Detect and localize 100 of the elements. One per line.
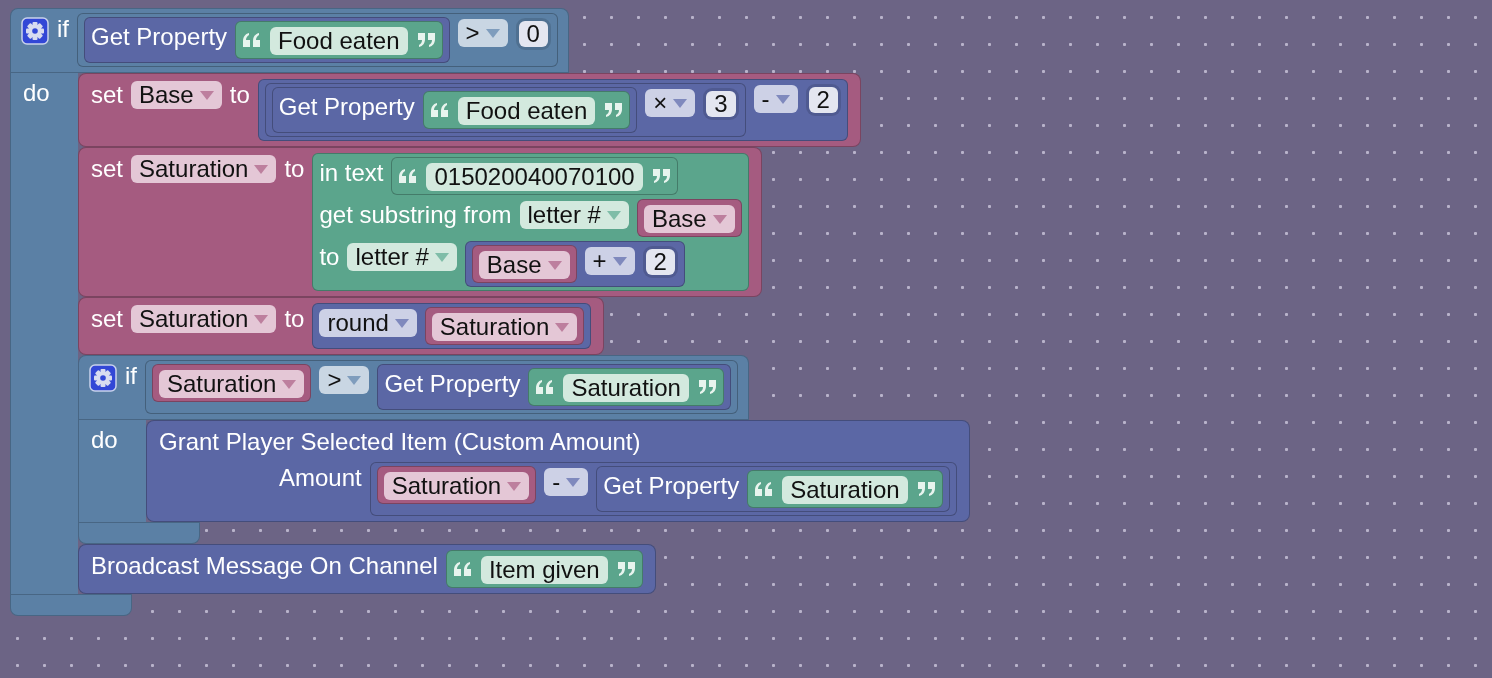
dropdown-field[interactable]: Saturation xyxy=(431,313,578,341)
code-block[interactable]: 015020040070100 xyxy=(391,157,678,195)
dropdown-field[interactable]: Saturation xyxy=(131,155,277,183)
caret-icon xyxy=(347,375,362,385)
quote-icon xyxy=(429,103,450,117)
code-block[interactable]: round Saturation xyxy=(312,303,592,349)
dropdown-field[interactable]: - xyxy=(544,468,589,496)
code-block[interactable]: Saturation xyxy=(528,368,724,406)
code-block[interactable]: in text 015020040070100 get substring from letter # Base to letter # Base + 2 xyxy=(312,153,749,291)
code-block[interactable]: Get Property Food eaten > 0 xyxy=(77,13,558,67)
caret-icon xyxy=(485,28,500,38)
caret-icon xyxy=(566,477,581,487)
code-block[interactable]: Get Property Food eaten × 3 - 2 xyxy=(257,79,848,141)
caret-icon xyxy=(673,98,688,108)
caret-icon xyxy=(199,90,214,100)
text-field[interactable]: Saturation xyxy=(563,374,689,402)
code-block[interactable]: Saturation xyxy=(424,307,585,345)
block-label: to xyxy=(229,80,250,110)
code-block[interactable]: Saturation xyxy=(747,470,943,508)
block-label: Grant Player Selected Item (Custom Amount) xyxy=(159,427,641,457)
quote-icon xyxy=(535,380,556,394)
dropdown-field[interactable]: letter # xyxy=(519,201,629,229)
caret-icon xyxy=(547,260,562,270)
caret-icon xyxy=(712,214,727,224)
code-block[interactable]: Food eaten xyxy=(235,21,443,59)
caret-icon xyxy=(507,481,522,491)
dropdown-field[interactable]: × xyxy=(645,89,696,117)
code-block[interactable]: Item given xyxy=(445,550,643,588)
quote-icon xyxy=(696,380,717,394)
dropdown-field[interactable]: round xyxy=(319,309,417,337)
dropdown-field[interactable]: Base xyxy=(478,251,570,279)
gear-icon[interactable] xyxy=(89,364,117,392)
block-label: Broadcast Message On Channel xyxy=(91,551,438,581)
caret-icon xyxy=(606,210,621,220)
dropdown-field[interactable]: > xyxy=(319,366,370,394)
code-block[interactable]: Get Property Saturation xyxy=(377,364,731,410)
caret-icon xyxy=(254,164,269,174)
block-label: do xyxy=(23,79,50,106)
number-field[interactable]: 2 xyxy=(645,249,675,275)
code-block[interactable]: Base xyxy=(636,199,742,237)
code-block[interactable]: Food eaten xyxy=(422,91,631,129)
text-field[interactable]: Saturation xyxy=(782,476,908,504)
caret-icon xyxy=(394,318,409,328)
code-block[interactable]: set Saturation to round Saturation xyxy=(78,297,605,355)
text-field[interactable]: Food eaten xyxy=(270,27,408,55)
quote-icon xyxy=(603,103,624,117)
code-block[interactable]: Broadcast Message On Channel Item given xyxy=(78,544,656,594)
dropdown-field[interactable]: - xyxy=(753,85,798,113)
dropdown-field[interactable]: Saturation xyxy=(383,472,530,500)
dropdown-field[interactable]: letter # xyxy=(347,243,457,271)
block-label: if xyxy=(125,361,137,391)
code-block[interactable]: Base + 2 xyxy=(464,241,685,287)
block-label: Amount xyxy=(279,463,362,493)
code-block[interactable]: Get Property Food eaten × 3 xyxy=(264,83,746,137)
code-block[interactable]: Get Property Food eaten xyxy=(271,87,638,133)
text-field[interactable]: 015020040070100 xyxy=(426,163,643,191)
text-field[interactable]: Food eaten xyxy=(457,97,596,125)
dropdown-field[interactable]: Saturation xyxy=(131,305,277,333)
caret-icon xyxy=(555,322,570,332)
code-block[interactable]: Base xyxy=(471,245,577,283)
block-label: Get Property xyxy=(384,369,521,399)
code-block[interactable]: set Saturation to in text 015020040070100 get substring from letter # Base to letter # Base + 2 xyxy=(78,147,762,297)
number-field[interactable]: 3 xyxy=(706,91,736,117)
code-block[interactable]: Grant Player Selected Item (Custom Amount) Amount Saturation - Get Property Saturation xyxy=(146,420,970,522)
block-label: get substring from xyxy=(319,200,512,230)
gear-icon[interactable] xyxy=(21,17,49,45)
caret-icon xyxy=(612,256,627,266)
quote-icon xyxy=(398,169,419,183)
dropdown-field[interactable]: + xyxy=(584,247,635,275)
block-label: to xyxy=(284,154,305,184)
caret-icon xyxy=(282,379,297,389)
dropdown-field[interactable]: Saturation xyxy=(159,370,305,398)
block-label: to xyxy=(284,304,305,334)
code-block[interactable]: Get Property Food eaten xyxy=(84,17,450,63)
quote-icon xyxy=(650,169,671,183)
code-block[interactable]: Saturation xyxy=(376,466,537,504)
block-label: set xyxy=(91,80,123,110)
dropdown-field[interactable]: Base xyxy=(643,205,735,233)
quote-icon xyxy=(242,33,263,47)
quote-icon xyxy=(415,33,436,47)
block-label: do xyxy=(91,426,118,453)
caret-icon xyxy=(434,252,449,262)
block-label: Get Property xyxy=(278,92,415,122)
code-block[interactable]: Saturation > Get Property Saturation xyxy=(145,360,738,414)
block-label: set xyxy=(91,304,123,334)
block-label: in text xyxy=(319,158,384,188)
code-block[interactable]: Get Property Saturation xyxy=(596,466,950,512)
code-block[interactable]: Saturation - Get Property Saturation xyxy=(369,462,957,516)
number-field[interactable]: 0 xyxy=(518,21,548,47)
quote-icon xyxy=(915,482,936,496)
number-field[interactable]: 2 xyxy=(808,87,838,113)
quote-icon xyxy=(754,482,775,496)
code-block[interactable]: set Base to Get Property Food eaten × 3 - 2 xyxy=(78,73,861,147)
dropdown-field[interactable]: > xyxy=(457,19,508,47)
dropdown-field[interactable]: Base xyxy=(131,81,222,109)
quote-icon xyxy=(615,562,636,576)
text-field[interactable]: Item given xyxy=(480,556,608,584)
code-block[interactable]: Saturation xyxy=(152,364,312,402)
block-label: Get Property xyxy=(91,22,228,52)
quote-icon xyxy=(452,562,473,576)
